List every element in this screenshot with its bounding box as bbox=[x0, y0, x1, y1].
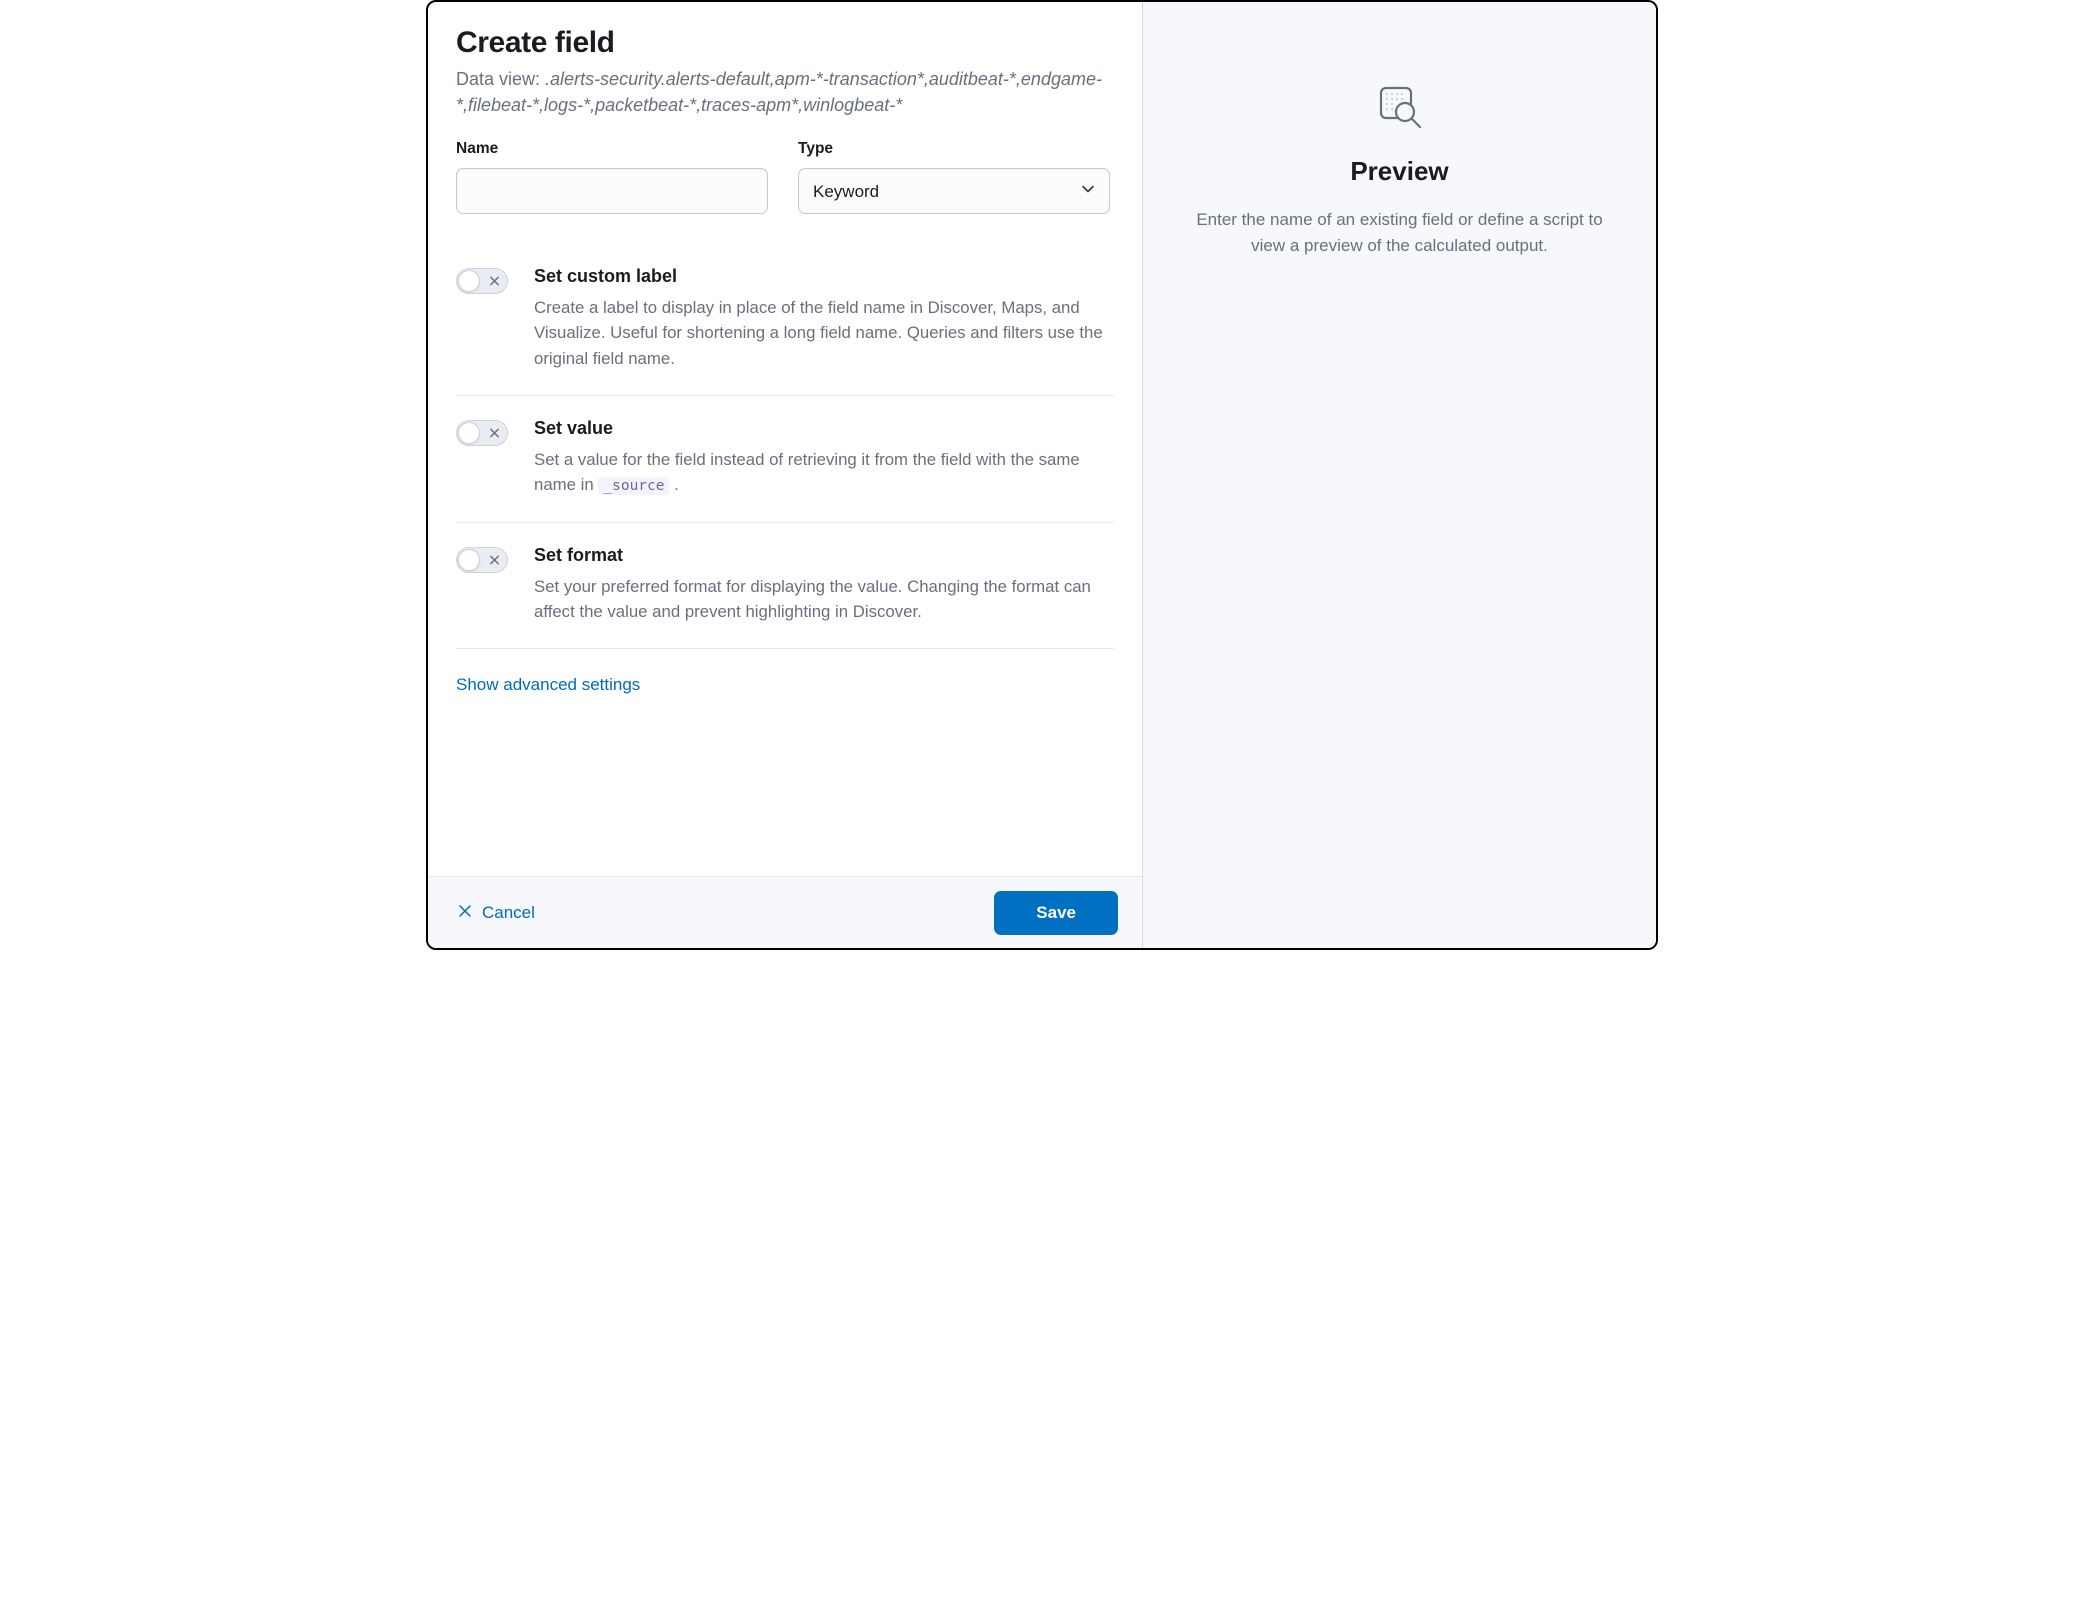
inspect-icon bbox=[1375, 82, 1425, 132]
option-custom-label-text: Set custom label Create a label to displ… bbox=[534, 266, 1114, 371]
close-icon bbox=[489, 427, 500, 438]
form-scroll: Create field Data view: .alerts-security… bbox=[428, 2, 1142, 876]
show-advanced-settings-link[interactable]: Show advanced settings bbox=[456, 675, 640, 695]
toggle-custom-label[interactable] bbox=[456, 268, 508, 294]
name-input[interactable] bbox=[456, 168, 768, 214]
option-set-format-text: Set format Set your preferred format for… bbox=[534, 545, 1114, 624]
option-set-value: Set value Set a value for the field inst… bbox=[456, 396, 1114, 523]
cancel-button-label: Cancel bbox=[482, 903, 535, 923]
close-icon bbox=[489, 276, 500, 287]
preview-title: Preview bbox=[1173, 156, 1626, 187]
type-field-group: Type Keyword bbox=[798, 140, 1110, 214]
option-set-value-text: Set value Set a value for the field inst… bbox=[534, 418, 1114, 498]
name-label: Name bbox=[456, 140, 768, 158]
form-footer: Cancel Save bbox=[428, 876, 1142, 948]
type-label: Type bbox=[798, 140, 1110, 158]
option-set-value-desc-post: . bbox=[669, 475, 678, 494]
option-set-format: Set format Set your preferred format for… bbox=[456, 523, 1114, 649]
content-row: Create field Data view: .alerts-security… bbox=[428, 2, 1656, 948]
subtitle-lead: Data view: bbox=[456, 69, 545, 89]
option-set-format-desc: Set your preferred format for displaying… bbox=[534, 574, 1114, 624]
toggle-set-value[interactable] bbox=[456, 420, 508, 446]
save-button[interactable]: Save bbox=[994, 891, 1118, 935]
type-select-wrap: Keyword bbox=[798, 168, 1110, 214]
cancel-button[interactable]: Cancel bbox=[452, 895, 541, 931]
data-view-subtitle: Data view: .alerts-security.alerts-defau… bbox=[456, 66, 1114, 118]
preview-description: Enter the name of an existing field or d… bbox=[1185, 207, 1615, 260]
toggle-knob bbox=[458, 270, 480, 292]
option-set-value-title: Set value bbox=[534, 418, 1114, 439]
option-custom-label: Set custom label Create a label to displ… bbox=[456, 244, 1114, 396]
name-field-group: Name bbox=[456, 140, 768, 214]
option-custom-label-desc: Create a label to display in place of th… bbox=[534, 295, 1114, 371]
subtitle-value: .alerts-security.alerts-default,apm-*-tr… bbox=[456, 69, 1102, 115]
save-button-label: Save bbox=[1036, 903, 1076, 922]
preview-pane: Preview Enter the name of an existing fi… bbox=[1143, 2, 1656, 948]
option-set-value-desc: Set a value for the field instead of ret… bbox=[534, 447, 1114, 498]
toggle-knob bbox=[458, 422, 480, 444]
form-pane: Create field Data view: .alerts-security… bbox=[428, 2, 1143, 948]
type-select[interactable]: Keyword bbox=[798, 168, 1110, 214]
option-custom-label-title: Set custom label bbox=[534, 266, 1114, 287]
page-title: Create field bbox=[456, 26, 1114, 60]
close-icon bbox=[489, 554, 500, 565]
toggle-knob bbox=[458, 549, 480, 571]
create-field-flyout: Create field Data view: .alerts-security… bbox=[426, 0, 1658, 950]
name-type-row: Name Type Keyword bbox=[456, 140, 1114, 214]
source-code-token: _source bbox=[598, 477, 669, 495]
close-icon bbox=[458, 903, 472, 923]
option-set-format-title: Set format bbox=[534, 545, 1114, 566]
toggle-set-format[interactable] bbox=[456, 547, 508, 573]
